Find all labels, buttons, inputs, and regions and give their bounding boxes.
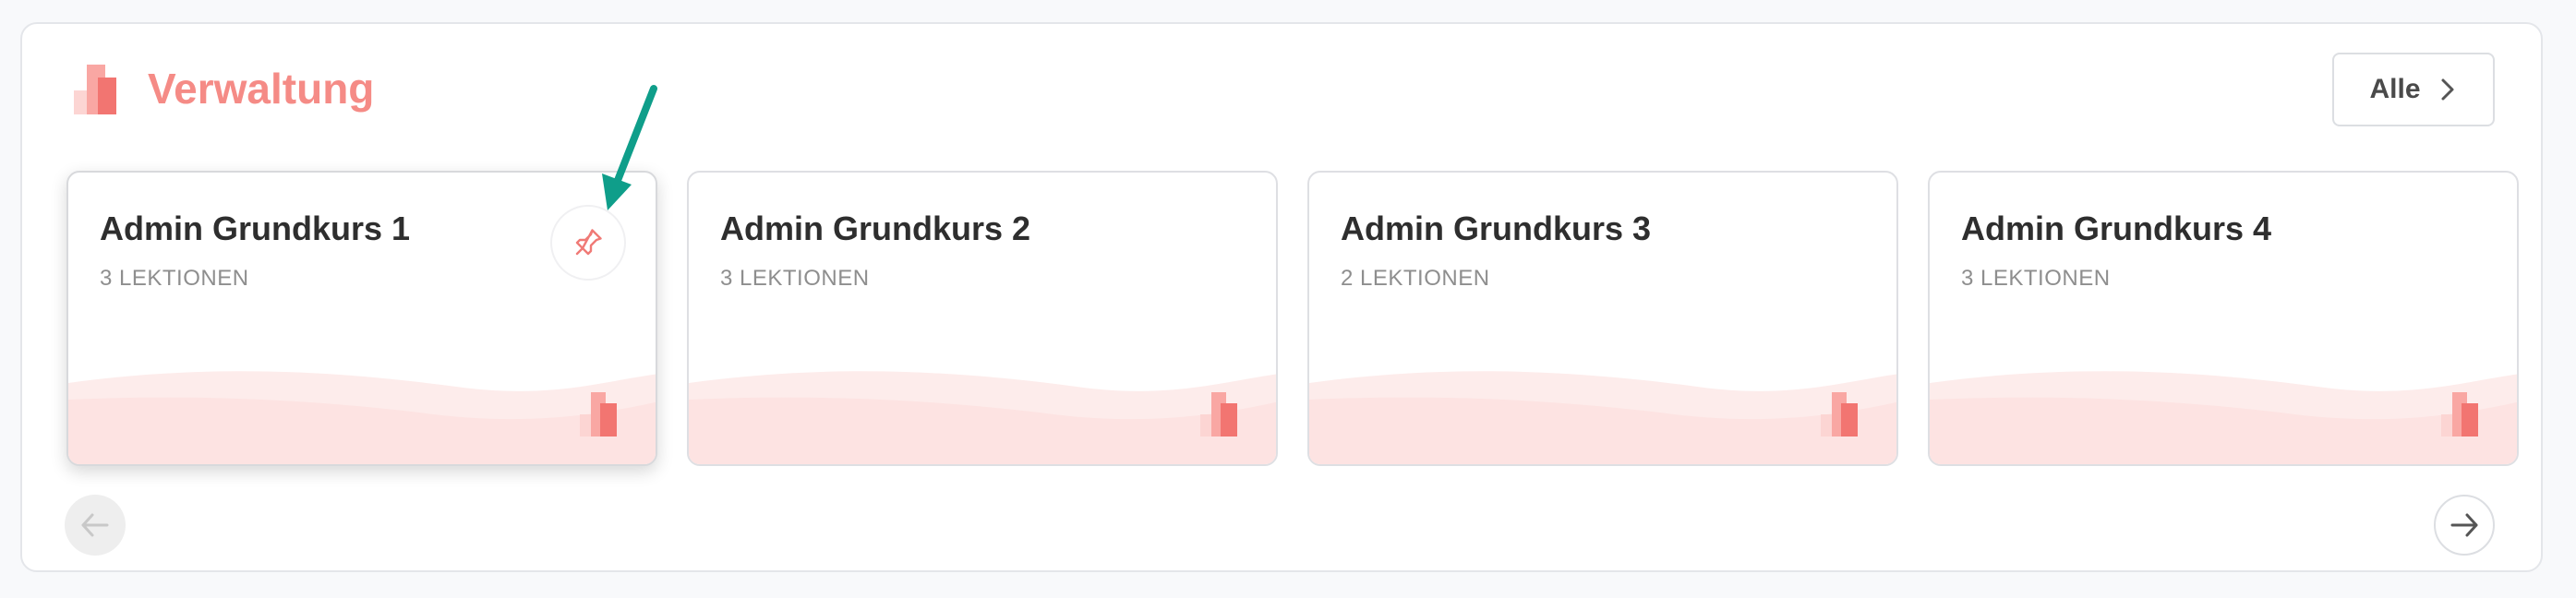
course-lesson-count: 2 LEKTIONEN [1341, 266, 1490, 291]
arrow-annotation-icon [602, 85, 657, 210]
course-title: Admin Grundkurs 4 [1961, 209, 2272, 247]
card-wave-decoration [1309, 371, 1896, 464]
section-title: Verwaltung [148, 65, 375, 113]
course-title: Admin Grundkurs 2 [720, 209, 1031, 247]
carousel-next-button[interactable] [2434, 495, 2495, 556]
course-lesson-count: 3 LEKTIONEN [100, 266, 249, 291]
pin-icon [575, 229, 602, 256]
stacked-bars-icon [580, 392, 617, 437]
show-all-label: Alle [2369, 74, 2421, 104]
stacked-bars-icon [74, 65, 116, 114]
course-title: Admin Grundkurs 3 [1341, 209, 1652, 247]
course-lesson-count: 3 LEKTIONEN [1961, 266, 2111, 291]
course-card[interactable]: Admin Grundkurs 3 2 LEKTIONEN [1307, 171, 1898, 466]
arrow-right-icon [2450, 513, 2478, 537]
show-all-button[interactable]: Alle [2332, 53, 2495, 126]
course-card[interactable]: Admin Grundkurs 4 3 LEKTIONEN [1928, 171, 2519, 466]
arrow-left-icon [81, 513, 109, 537]
stacked-bars-icon [1200, 392, 1237, 437]
card-wave-decoration [68, 371, 656, 464]
card-wave-decoration [689, 371, 1276, 464]
stacked-bars-icon [2441, 392, 2478, 437]
card-wave-decoration [1930, 371, 2517, 464]
course-title: Admin Grundkurs 1 [100, 209, 411, 247]
course-lesson-count: 3 LEKTIONEN [720, 266, 870, 291]
carousel-prev-button[interactable] [65, 495, 126, 556]
course-card[interactable]: Admin Grundkurs 2 3 LEKTIONEN [687, 171, 1278, 466]
stacked-bars-icon [1821, 392, 1858, 437]
chevron-right-icon [2441, 78, 2454, 101]
